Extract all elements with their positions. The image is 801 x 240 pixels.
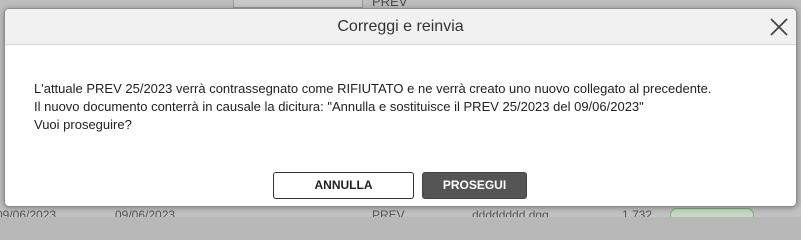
status-badge	[670, 208, 754, 217]
background-field	[233, 0, 363, 8]
close-button[interactable]	[768, 16, 790, 38]
background-date-cell: 09/06/2023	[0, 208, 57, 217]
message-line: Il nuovo documento conterrà in causale l…	[34, 99, 644, 114]
dialog-header: Correggi e reinvia	[5, 9, 796, 45]
cancel-button[interactable]: ANNULLA	[273, 172, 414, 199]
background-doc-cell: PREV	[372, 208, 405, 217]
proceed-button[interactable]: PROSEGUI	[422, 172, 527, 199]
message-line: Vuoi proseguire?	[34, 117, 132, 132]
background-description-cell: dddddddd dgg	[472, 208, 549, 217]
background-table-row: 09/06/2023 09/06/2023 PREV dddddddd dgg …	[0, 207, 801, 217]
dialog-title: Correggi e reinvia	[337, 18, 464, 35]
background-amount-cell: 1.732	[622, 208, 653, 217]
confirm-dialog: Correggi e reinvia L'attuale PREV 25/202…	[4, 8, 797, 207]
close-icon	[770, 18, 788, 36]
background-date-cell: 09/06/2023	[115, 208, 176, 217]
message-line: L'attuale PREV 25/2023 verrà contrassegn…	[34, 81, 712, 96]
dialog-message: L'attuale PREV 25/2023 verrà contrassegn…	[34, 80, 786, 134]
